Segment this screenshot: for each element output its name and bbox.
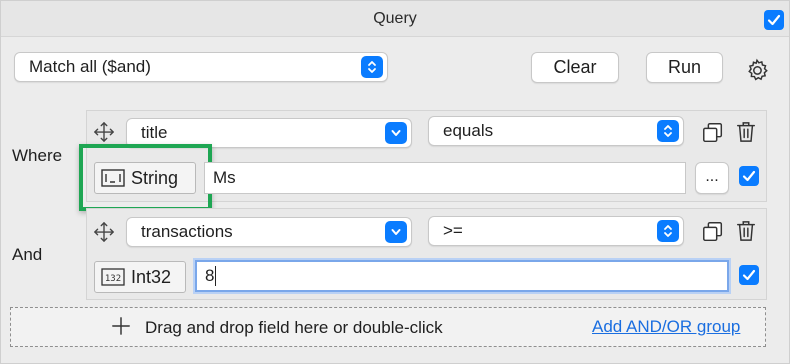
value-input-text: 8	[205, 266, 215, 285]
checkmark-icon	[767, 14, 781, 26]
chevron-down-icon	[385, 122, 407, 144]
operator-select[interactable]: >=	[428, 216, 684, 246]
trash-icon[interactable]	[734, 218, 758, 244]
field-select-value: title	[141, 123, 168, 142]
value-type-label: Int32	[131, 266, 172, 287]
integer-type-icon: 132	[101, 268, 125, 286]
value-input-text: Ms	[213, 168, 236, 187]
svg-text:132: 132	[105, 274, 121, 284]
chevron-updown-icon	[361, 56, 383, 78]
duplicate-icon[interactable]	[700, 219, 726, 245]
value-type-button[interactable]: 132 Int32	[94, 261, 186, 293]
plus-icon	[110, 315, 132, 337]
row-label-where: Where	[12, 146, 63, 165]
chevron-updown-icon	[657, 120, 679, 142]
field-select-value: transactions	[141, 222, 233, 241]
operator-select-value: equals	[443, 121, 494, 140]
chevron-updown-icon	[657, 220, 679, 242]
chevron-down-icon	[385, 221, 407, 243]
duplicate-icon[interactable]	[700, 120, 726, 146]
match-mode-select[interactable]: Match all ($and)	[14, 52, 388, 82]
checkmark-icon	[742, 170, 756, 182]
operator-select[interactable]: equals	[428, 116, 684, 146]
checkmark-icon	[742, 269, 756, 281]
trash-icon[interactable]	[734, 119, 758, 145]
gear-icon[interactable]	[744, 57, 770, 83]
highlight-annotation	[79, 144, 212, 211]
more-options-button[interactable]: ...	[695, 162, 729, 194]
value-input[interactable]: 8	[195, 260, 729, 292]
drag-handle-icon[interactable]	[92, 120, 116, 144]
clear-button[interactable]: Clear	[531, 52, 619, 83]
run-button[interactable]: Run	[646, 52, 723, 83]
drag-handle-icon[interactable]	[92, 220, 116, 244]
value-input[interactable]: Ms	[204, 162, 686, 194]
condition-2-enabled-checkbox[interactable]	[739, 265, 759, 285]
add-group-link[interactable]: Add AND/OR group	[592, 317, 740, 337]
panel-title: Query	[373, 10, 417, 27]
row-label-and: And	[12, 245, 43, 264]
text-cursor	[215, 266, 217, 286]
query-enabled-checkbox[interactable]	[764, 10, 784, 30]
title-bar: Query	[1, 1, 789, 37]
field-select[interactable]: transactions	[126, 217, 412, 247]
drop-zone-hint: Drag and drop field here or double-click	[145, 318, 443, 337]
operator-select-value: >=	[443, 221, 463, 240]
match-mode-value: Match all ($and)	[29, 57, 151, 76]
condition-1-enabled-checkbox[interactable]	[739, 166, 759, 186]
